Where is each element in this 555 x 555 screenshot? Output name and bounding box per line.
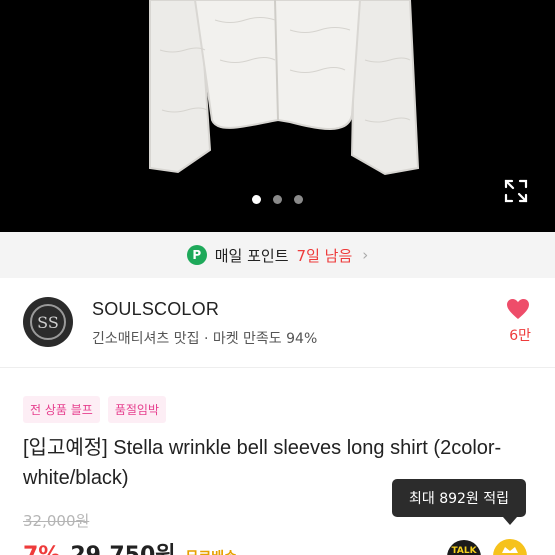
daily-point-banner[interactable]: P 매일 포인트 7일 남음 › — [0, 232, 555, 278]
free-shipping-label: 무료배송 — [186, 547, 238, 555]
chevron-right-icon: › — [362, 246, 369, 264]
shop-logo-icon: SS — [30, 304, 66, 340]
shop-description: 긴소매티셔츠 맛집 · 마켓 만족도 94% — [92, 331, 318, 347]
reward-tooltip: 최대 892원 적립 — [392, 479, 526, 517]
carousel-dot[interactable] — [273, 195, 282, 204]
like-count: 6만 — [509, 328, 531, 344]
point-icon: P — [186, 245, 207, 265]
point-label: 매일 포인트 — [214, 246, 289, 265]
shop-avatar[interactable]: SS — [23, 297, 73, 347]
svg-text:SS: SS — [37, 313, 59, 332]
tooltip-arrow — [503, 517, 517, 525]
price-row: 7% 29,750원 무료배송 — [23, 537, 237, 555]
heart-icon[interactable] — [506, 298, 530, 320]
expand-icon[interactable] — [503, 178, 529, 204]
shop-info[interactable]: SS SOULSCOLOR 긴소매티셔츠 맛집 · 마켓 만족도 94% 6만 — [0, 278, 555, 368]
tag-black-friday: 전 상품 블프 — [23, 396, 100, 423]
original-price: 32,000원 — [23, 512, 90, 530]
talk-icon[interactable]: TALK — [447, 540, 481, 555]
sale-price: 29,750원 — [70, 537, 175, 555]
discount-rate: 7% — [23, 543, 60, 555]
shop-name[interactable]: SOULSCOLOR — [92, 299, 219, 320]
product-tags: 전 상품 블프 품절임박 — [23, 396, 167, 423]
carousel-indicator — [0, 195, 555, 204]
product-image-carousel[interactable] — [0, 0, 555, 232]
carousel-dot[interactable] — [252, 195, 261, 204]
crown-icon[interactable] — [493, 539, 527, 555]
carousel-dot[interactable] — [294, 195, 303, 204]
tag-sold-out-soon: 품절임박 — [107, 396, 167, 423]
point-remaining: 7일 남음 — [296, 246, 353, 265]
